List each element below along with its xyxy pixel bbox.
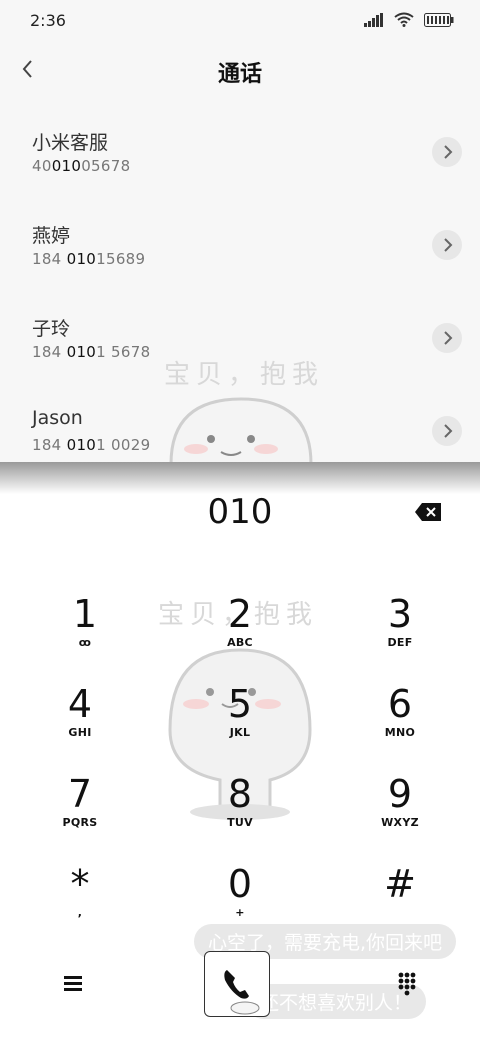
menu-icon [64,976,82,991]
dial-key-star[interactable]: * , [20,862,140,942]
contact-detail-button[interactable] [432,416,462,446]
call-button[interactable] [204,951,270,1017]
contact-detail-button[interactable] [432,137,462,167]
contact-name: 小米客服 [32,132,109,154]
contact-detail-button[interactable] [432,323,462,353]
dial-key-2[interactable]: 2 ABC [180,592,300,672]
voicemail-icon: ꝏ [78,636,92,649]
dial-key-6[interactable]: 6 MNO [340,682,460,762]
dial-key-5[interactable]: 5 JKL [180,682,300,762]
contact-name: 子玲 [32,318,71,340]
status-icons [364,12,454,27]
wallpaper-caption: 宝贝，抱我 [164,360,325,390]
contact-number: 184 0101 5678 [32,343,151,361]
dialpad-toggle-button[interactable] [392,968,422,998]
contact-number: 184 01015689 [32,250,146,268]
contact-detail-button[interactable] [432,230,462,260]
contact-number: 4001005678 [32,157,131,175]
dial-key-8[interactable]: 8 TUV [180,772,300,852]
battery-icon [424,12,454,27]
phone-icon [224,970,260,1015]
status-time: 2:36 [30,11,66,30]
contact-row[interactable]: 小米客服 4001005678 [0,104,480,197]
contact-name: 燕婷 [32,225,71,247]
chevron-right-icon [444,424,453,438]
dial-input[interactable]: 010 [0,492,480,532]
delete-button[interactable] [414,502,442,522]
chevron-right-icon [444,331,453,345]
menu-button[interactable] [60,970,88,998]
contact-row[interactable]: 燕婷 184 01015689 [0,197,480,290]
status-bar: 2:36 [0,0,480,40]
chevron-right-icon [444,145,453,159]
contact-number: 184 0101 0029 [32,436,151,454]
dial-key-4[interactable]: 4 GHI [20,682,140,762]
wifi-icon [394,12,414,27]
chevron-right-icon [444,238,453,252]
contact-name: Jason [32,407,83,429]
page-title: 通话 [217,62,262,87]
dial-key-7[interactable]: 7 PQRS [20,772,140,852]
dial-key-3[interactable]: 3 DEF [340,592,460,672]
mascot-illustration [169,397,313,464]
signal-icon [364,12,383,27]
header: 通话 [0,44,480,94]
dialpad-grid-icon [398,972,416,996]
dial-key-9[interactable]: 9 WXYZ [340,772,460,852]
backspace-icon [415,503,441,521]
dial-key-1[interactable]: 1 ꝏ [25,592,145,672]
